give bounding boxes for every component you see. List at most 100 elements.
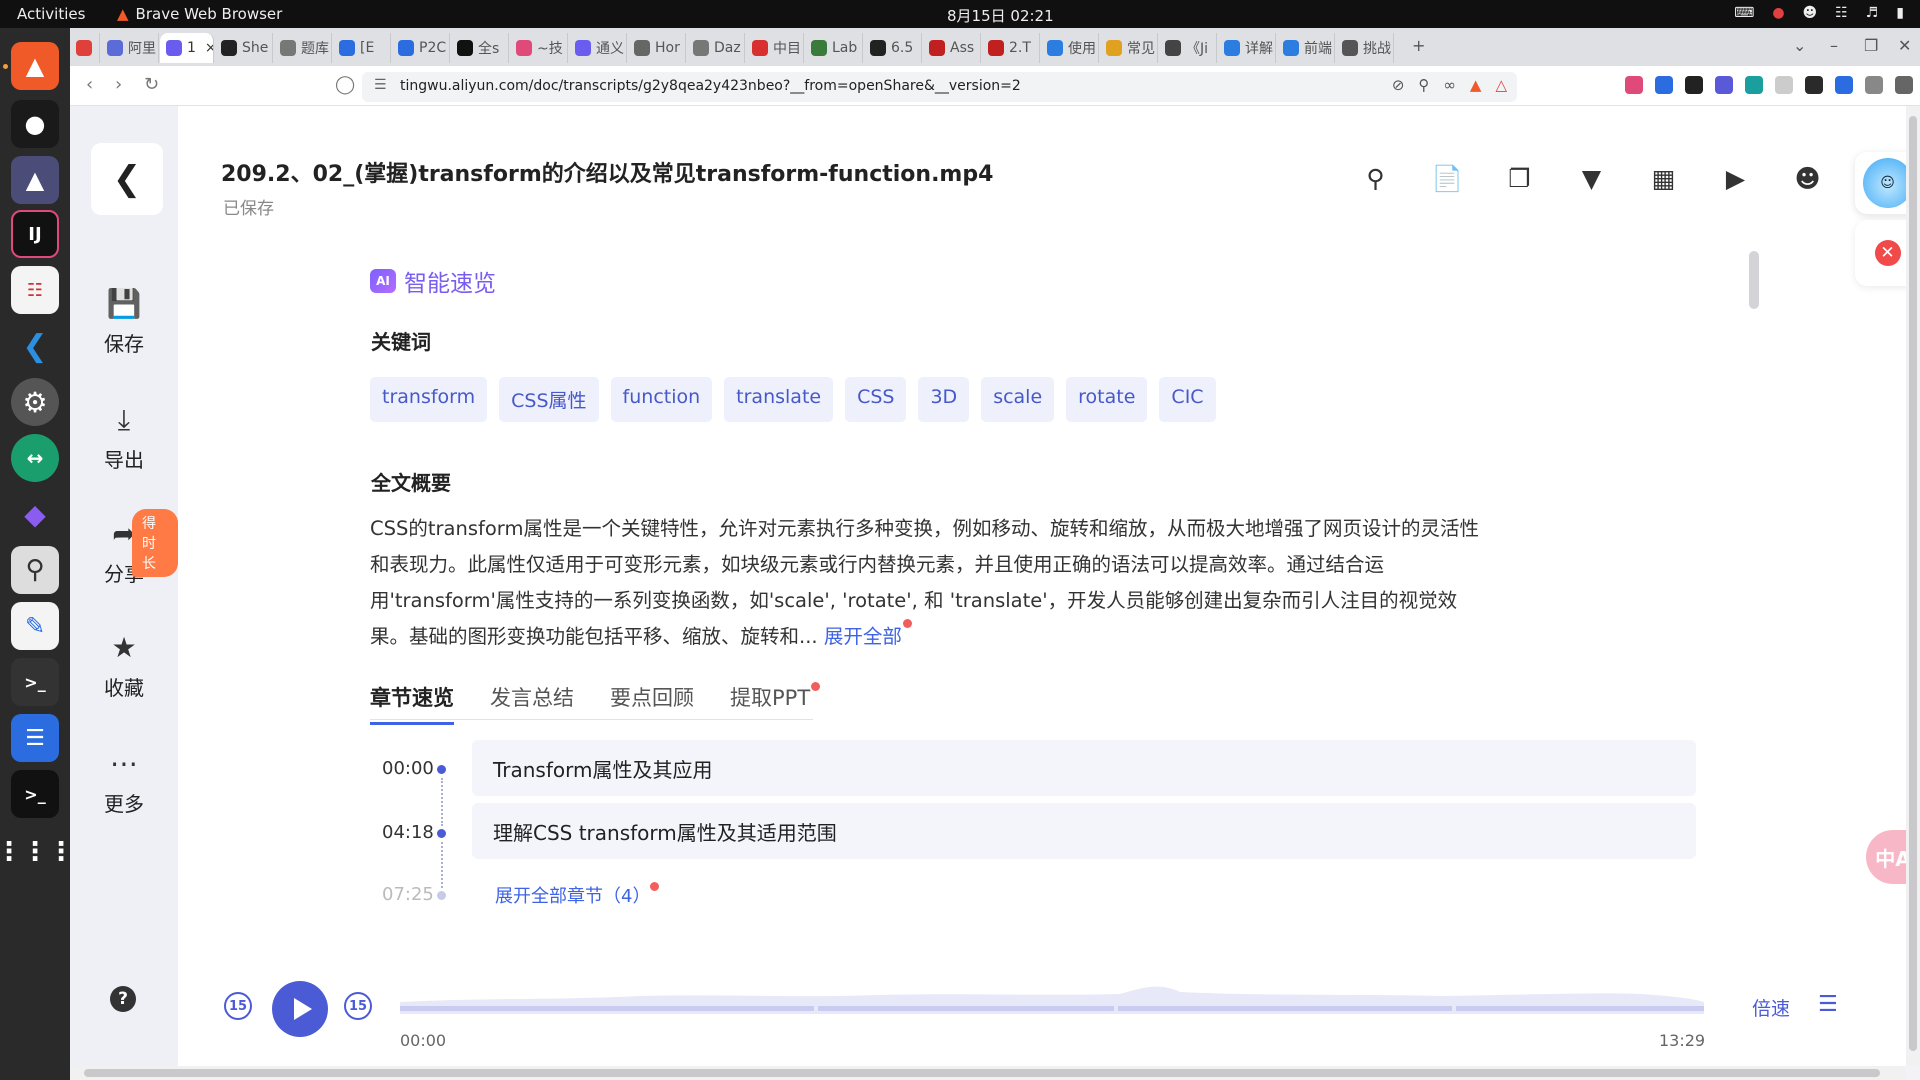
notification-icon[interactable]: ● (1772, 5, 1784, 21)
play-button[interactable] (272, 981, 328, 1037)
url-text[interactable]: tingwu.aliyun.com/doc/transcripts/g2y8qe… (400, 78, 1021, 94)
brave-shields-icon[interactable]: ▲ (1470, 76, 1482, 94)
page-title[interactable]: 209.2、02_(掌握)transform的介绍以及常见transform-f… (221, 156, 993, 188)
sidebar-toggle-icon[interactable] (1895, 76, 1913, 94)
terminal-dark-icon[interactable]: >_ (11, 770, 59, 818)
browser-tab[interactable]: 常见 (1100, 33, 1158, 63)
extension-icon[interactable] (1745, 76, 1763, 94)
browser-tab[interactable]: She (215, 33, 273, 63)
browser-tab[interactable]: 6.5 (864, 33, 922, 63)
browser-tab[interactable]: 2.T (982, 33, 1040, 63)
keyword-tag[interactable]: CIC (1159, 377, 1216, 422)
zoom-icon[interactable]: ⚲ (1418, 76, 1429, 94)
playback-speed-button[interactable]: 倍速 (1752, 994, 1790, 1021)
wifi-icon[interactable]: ☷ (1835, 5, 1848, 21)
browser-tab[interactable]: Daz (687, 33, 745, 63)
share-reward-badge[interactable]: 得时长 (132, 509, 178, 577)
help-icon[interactable]: ? (110, 986, 136, 1012)
scrollbar-thumb[interactable] (1909, 116, 1917, 1051)
extension-icon[interactable] (1685, 76, 1703, 94)
browser-tab[interactable]: Hor (628, 33, 686, 63)
tab-search-chevron-icon[interactable]: ⌄ (1793, 36, 1806, 55)
magnifier-app-icon[interactable]: ⚲ (11, 546, 59, 594)
keyword-tag[interactable]: rotate (1066, 377, 1148, 422)
browser-tab[interactable] (70, 33, 100, 63)
keyword-tag[interactable]: function (610, 377, 713, 422)
window-close-icon[interactable]: ✕ (1898, 36, 1911, 55)
forward-button[interactable]: 15 (344, 992, 372, 1020)
system-tray[interactable]: ⌨ ● ☻ ☷ ♬ ▮ (1734, 5, 1904, 21)
sidebar-item-export[interactable]: ⤓ 导出 (70, 402, 178, 473)
site-settings-icon[interactable]: ☰ (374, 77, 387, 93)
keyword-tag[interactable]: scale (981, 377, 1055, 422)
extension-icon[interactable] (1775, 76, 1793, 94)
keyword-tag[interactable]: 3D (918, 377, 970, 422)
todo-app-icon[interactable]: ☰ (11, 714, 59, 762)
scrollbar-thumb[interactable] (84, 1069, 1880, 1077)
video-play-icon[interactable]: ▶ (1718, 161, 1753, 196)
extensions-puzzle-icon[interactable] (1865, 76, 1883, 94)
extension-icon[interactable] (1655, 76, 1673, 94)
share-link-icon[interactable]: ∞ (1443, 76, 1456, 94)
show-apps-grid-icon[interactable]: ⋮⋮⋮ (0, 828, 74, 876)
browser-tab[interactable]: 中目 (746, 33, 804, 63)
minimize-icon[interactable]: – (1830, 36, 1838, 55)
brave-browser-icon[interactable]: ▲ (11, 42, 59, 90)
page-horizontal-scrollbar[interactable] (70, 1066, 1906, 1080)
cat-app-icon[interactable]: ▲ (11, 156, 59, 204)
browser-tab[interactable]: 详解 (1218, 33, 1276, 63)
rewind-button[interactable]: 15 (224, 992, 252, 1020)
keyword-tag[interactable]: translate (724, 377, 834, 422)
settings-gear-icon[interactable]: ⚙ (11, 378, 59, 426)
new-tab-button[interactable]: + (1412, 36, 1425, 55)
browser-tab[interactable]: 使用 (1041, 33, 1099, 63)
search-icon[interactable]: ⚲ (1358, 161, 1393, 196)
document-icon[interactable]: 📄 (1430, 161, 1465, 196)
reload-icon[interactable]: ↻ (144, 74, 159, 95)
remote-desktop-icon[interactable]: ↔ (11, 434, 59, 482)
chapter-item[interactable]: Transform属性及其应用 (472, 740, 1696, 796)
extension-icon[interactable] (1835, 76, 1853, 94)
browser-tab[interactable]: [E (333, 33, 391, 63)
chapter-item[interactable]: 理解CSS transform属性及其适用范围 (472, 803, 1696, 859)
back-arrow-icon[interactable]: ‹ (86, 74, 93, 95)
tab-close-icon[interactable]: × (205, 40, 213, 56)
sidebar-item-save[interactable]: 💾 保存 (70, 286, 178, 357)
browser-tab[interactable]: Ass (923, 33, 981, 63)
sidebar-item-more[interactable]: ⋯ 更多 (70, 746, 178, 817)
sidebar-item-favorite[interactable]: ★ 收藏 (70, 630, 178, 701)
keyword-tag[interactable]: CSS属性 (499, 377, 599, 422)
browser-tab[interactable]: 通义 (569, 33, 627, 63)
expand-chapters-link[interactable]: 展开全部章节（4） (495, 882, 660, 908)
no-sound-icon[interactable]: ⊘ (1392, 76, 1405, 94)
qq-penguin-icon[interactable]: ● (11, 100, 59, 148)
keyword-tag[interactable]: transform (370, 377, 488, 422)
page-vertical-scrollbar[interactable] (1906, 106, 1920, 1066)
browser-tab[interactable]: 《Ji (1159, 33, 1217, 63)
extension-icon[interactable] (1625, 76, 1643, 94)
expand-summary-link[interactable]: 展开全部 (824, 625, 902, 648)
speakers-icon[interactable]: ☻ (1790, 161, 1825, 196)
bookmark-icon[interactable]: ◯ (335, 74, 355, 95)
browser-tab[interactable]: Lab (805, 33, 863, 63)
browser-tab[interactable]: 全s (451, 33, 509, 63)
browser-tab[interactable]: 题库 (274, 33, 332, 63)
address-bar[interactable]: ☰ tingwu.aliyun.com/doc/transcripts/g2y8… (362, 72, 1517, 102)
browser-tab[interactable]: 挑战 (1336, 33, 1394, 63)
filter-icon[interactable]: ▼ (1574, 161, 1609, 196)
browser-tab[interactable]: P2C (392, 33, 450, 63)
vscode-icon[interactable]: ❮ (11, 322, 59, 370)
activities-button[interactable]: Activities (17, 5, 85, 23)
obsidian-icon[interactable]: ◆ (11, 490, 59, 538)
keyboard-icon[interactable]: ⌨ (1734, 5, 1754, 21)
volume-icon[interactable]: ♬ (1866, 5, 1879, 21)
equalizer-settings-icon[interactable]: ☰ (1818, 992, 1838, 1017)
intellij-icon[interactable]: IJ (11, 210, 59, 258)
extension-icon[interactable] (1715, 76, 1733, 94)
browser-tab[interactable]: 阿里 (101, 33, 159, 63)
content-scrollbar[interactable] (1749, 251, 1759, 309)
back-button[interactable]: ❮ (91, 143, 163, 215)
chapter-time[interactable]: 04:18 (382, 822, 434, 843)
browser-tab[interactable]: ~技 (510, 33, 568, 63)
terminal-icon[interactable]: >_ (11, 658, 59, 706)
